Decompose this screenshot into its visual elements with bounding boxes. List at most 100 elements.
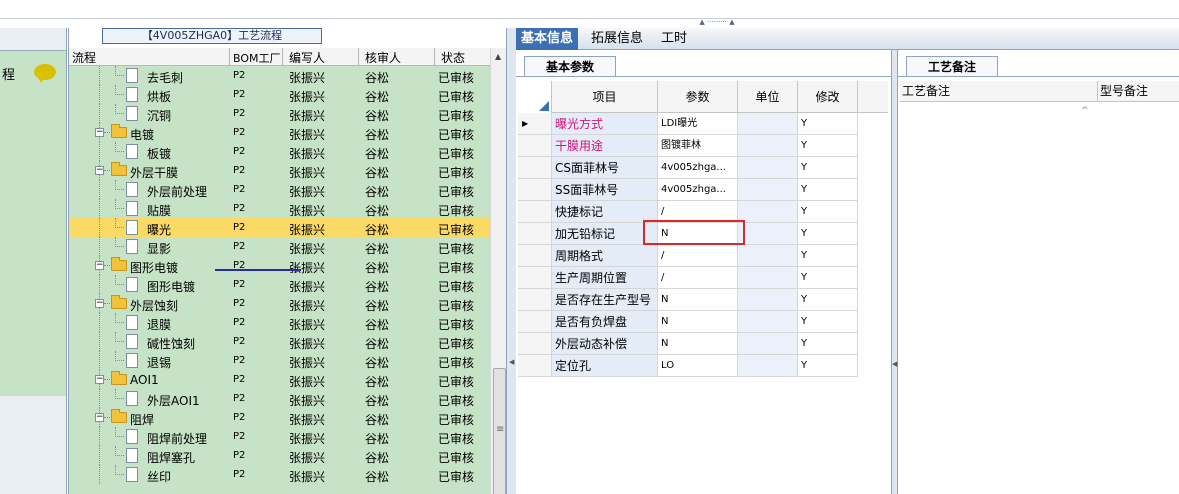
tree-col-bom[interactable]: BOM工厂 — [233, 50, 281, 66]
param-unit[interactable] — [738, 311, 798, 333]
subtab-basic-params[interactable]: 基本参数 — [524, 56, 616, 77]
collapse-arrow-icon[interactable]: ◀ — [509, 358, 514, 366]
param-value[interactable]: 图镀菲林 — [658, 135, 738, 157]
expand-toggle-icon[interactable]: − — [95, 413, 104, 422]
tree-row[interactable]: 显影 P2 张振兴 谷松 已审核 — [69, 237, 490, 256]
scroll-up-icon[interactable]: ▲ — [495, 52, 501, 61]
params-row[interactable]: 定位孔 LO Y — [518, 355, 888, 377]
tree-row[interactable]: 退锡 P2 张振兴 谷松 已审核 — [69, 351, 490, 370]
tree-scrollbar[interactable]: ▲ — [490, 48, 507, 494]
tree-row[interactable]: − 图形电镀 P2 张振兴 谷松 已审核 — [69, 256, 490, 275]
expand-toggle-icon[interactable]: − — [95, 375, 104, 384]
param-modify[interactable]: Y — [798, 201, 858, 223]
grid-col-modify[interactable]: 修改 — [798, 81, 858, 113]
params-row[interactable]: 是否有负焊盘 N Y — [518, 311, 888, 333]
param-modify[interactable]: Y — [798, 289, 858, 311]
param-value[interactable]: LO — [658, 355, 738, 377]
param-unit[interactable] — [738, 157, 798, 179]
tree-row[interactable]: − 阻焊 P2 张振兴 谷松 已审核 — [69, 408, 490, 427]
expand-toggle-icon[interactable]: − — [95, 166, 104, 175]
params-row[interactable]: 是否存在生产型号 N Y — [518, 289, 888, 311]
param-item: CS面菲林号 — [552, 157, 658, 179]
tree-row[interactable]: − 外层干膜 P2 张振兴 谷松 已审核 — [69, 161, 490, 180]
collapse-arrow-icon[interactable]: ◀ — [892, 360, 897, 368]
params-row[interactable]: 生产周期位置 / Y — [518, 267, 888, 289]
tree-row[interactable]: 外层前处理 P2 张振兴 谷松 已审核 — [69, 180, 490, 199]
tree-row[interactable]: 板镀 P2 张振兴 谷松 已审核 — [69, 142, 490, 161]
tree-row[interactable]: 图形电镀 P2 张振兴 谷松 已审核 — [69, 275, 490, 294]
param-unit[interactable] — [738, 223, 798, 245]
param-unit[interactable] — [738, 333, 798, 355]
scroll-thumb[interactable] — [493, 368, 506, 494]
notes-col-process[interactable]: 工艺备注 — [900, 81, 1098, 102]
param-value[interactable]: / — [658, 245, 738, 267]
grid-col-item[interactable]: 项目 — [552, 81, 658, 113]
tree-row[interactable]: 阻焊前处理 P2 张振兴 谷松 已审核 — [69, 427, 490, 446]
param-unit[interactable] — [738, 179, 798, 201]
document-icon — [126, 220, 138, 235]
param-unit[interactable] — [738, 245, 798, 267]
tree-col-status[interactable]: 状态 — [441, 49, 465, 66]
tree-row[interactable]: − 电镀 P2 张振兴 谷松 已审核 — [69, 123, 490, 142]
expand-toggle-icon[interactable]: − — [95, 299, 104, 308]
param-unit[interactable] — [738, 201, 798, 223]
param-value[interactable]: / — [658, 267, 738, 289]
tab-extended-info[interactable]: 拓展信息 — [586, 28, 648, 50]
tree-row[interactable]: 贴膜 P2 张振兴 谷松 已审核 — [69, 199, 490, 218]
param-modify[interactable]: Y — [798, 267, 858, 289]
param-modify[interactable]: Y — [798, 311, 858, 333]
tree-row[interactable]: 阻焊塞孔 P2 张振兴 谷松 已审核 — [69, 446, 490, 465]
tab-work-hours[interactable]: 工时 — [656, 28, 692, 50]
notes-scroll-up-icon[interactable]: ^ — [1081, 106, 1089, 116]
param-modify[interactable]: Y — [798, 179, 858, 201]
notes-col-model[interactable]: 型号备注 — [1098, 81, 1179, 102]
grid-col-param[interactable]: 参数 — [658, 81, 738, 113]
param-value[interactable]: N — [658, 333, 738, 355]
params-row[interactable]: SS面菲林号 4v005zhga... Y — [518, 179, 888, 201]
param-unit[interactable] — [738, 135, 798, 157]
tree-col-writer[interactable]: 编写人 — [289, 49, 325, 66]
tree-row[interactable]: 沉铜 P2 张振兴 谷松 已审核 — [69, 104, 490, 123]
param-unit[interactable] — [738, 267, 798, 289]
splitter-grip[interactable]: ▲ ········· ▲ — [686, 19, 748, 26]
param-value[interactable]: 4v005zhga... — [658, 179, 738, 201]
params-row[interactable]: CS面菲林号 4v005zhga... Y — [518, 157, 888, 179]
params-row[interactable]: 干膜用途 图镀菲林 Y — [518, 135, 888, 157]
tab-basic-info[interactable]: 基本信息 — [516, 28, 579, 50]
param-value[interactable]: N — [658, 311, 738, 333]
splitter-left[interactable]: ◀ — [506, 28, 516, 494]
tree-row[interactable]: 曝光 P2 张振兴 谷松 已审核 — [69, 218, 490, 237]
expand-toggle-icon[interactable]: − — [95, 261, 104, 270]
tree-row[interactable]: − AOI1 P2 张振兴 谷松 已审核 — [69, 370, 490, 389]
expand-toggle-icon[interactable]: − — [95, 128, 104, 137]
param-unit[interactable] — [738, 289, 798, 311]
subtab-process-notes[interactable]: 工艺备注 — [906, 56, 998, 77]
tree-row[interactable]: 退膜 P2 张振兴 谷松 已审核 — [69, 313, 490, 332]
tree-row[interactable]: 丝印 P2 张振兴 谷松 已审核 — [69, 465, 490, 484]
param-modify[interactable]: Y — [798, 157, 858, 179]
params-row[interactable]: 外层动态补偿 N Y — [518, 333, 888, 355]
param-modify[interactable]: Y — [798, 135, 858, 157]
comment-bubble-icon[interactable] — [34, 64, 56, 83]
tree-row[interactable]: 外层AOI1 P2 张振兴 谷松 已审核 — [69, 389, 490, 408]
param-modify[interactable]: Y — [798, 355, 858, 377]
param-modify[interactable]: Y — [798, 245, 858, 267]
param-modify[interactable]: Y — [798, 223, 858, 245]
tree-col-flow[interactable]: 流程 — [72, 49, 96, 66]
param-value[interactable]: N — [658, 289, 738, 311]
tree-row[interactable]: − 外层蚀刻 P2 张振兴 谷松 已审核 — [69, 294, 490, 313]
tree-row-status: 已审核 — [438, 109, 475, 123]
tree-row[interactable]: 碱性蚀刻 P2 张振兴 谷松 已审核 — [69, 332, 490, 351]
params-row[interactable]: ▶ 曝光方式 LDI曝光 Y — [518, 113, 888, 135]
grid-col-unit[interactable]: 单位 — [738, 81, 798, 113]
tree-col-reviewer[interactable]: 核审人 — [365, 49, 401, 66]
tree-row[interactable]: 去毛刺 P2 张振兴 谷松 已审核 — [69, 66, 490, 85]
param-value[interactable]: 4v005zhga... — [658, 157, 738, 179]
param-value[interactable]: LDI曝光 — [658, 113, 738, 135]
param-unit[interactable] — [738, 113, 798, 135]
params-row[interactable]: 周期格式 / Y — [518, 245, 888, 267]
param-modify[interactable]: Y — [798, 333, 858, 355]
param-unit[interactable] — [738, 355, 798, 377]
param-modify[interactable]: Y — [798, 113, 858, 135]
tree-row[interactable]: 烘板 P2 张振兴 谷松 已审核 — [69, 85, 490, 104]
